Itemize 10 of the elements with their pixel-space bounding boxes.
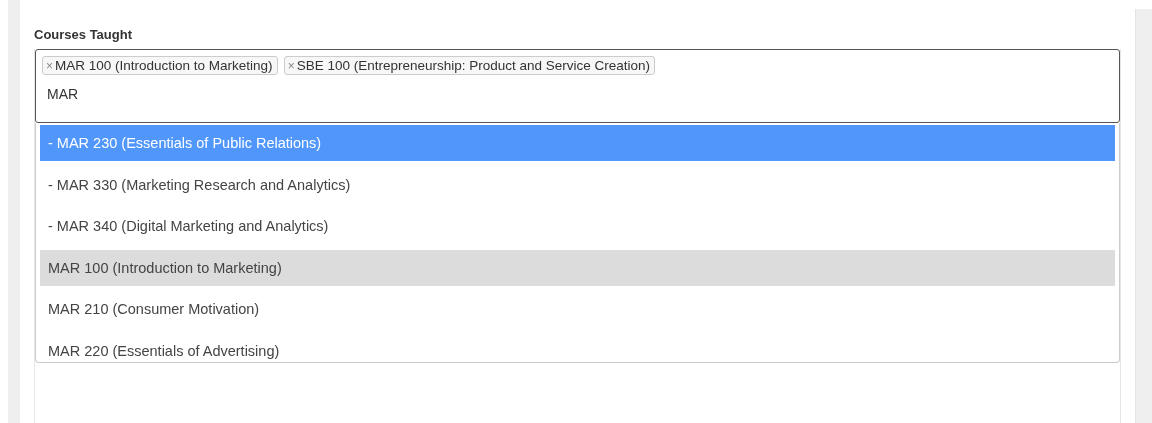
dropdown-option[interactable]: MAR 220 (Essentials of Advertising)	[40, 332, 1115, 361]
tag-text: SBE 100 (Entrepreneurship: Product and Service Creation)	[296, 58, 651, 73]
field-label: Courses Taught	[34, 26, 133, 44]
dropdown-option[interactable]: - MAR 340 (Digital Marketing and Analytics)	[40, 208, 1115, 244]
dropdown-option[interactable]: MAR 210 (Consumer Motivation)	[40, 291, 1115, 327]
dropdown-option[interactable]: MAR 100 (Introduction to Marketing)	[40, 249, 1115, 286]
multi-select-field[interactable]: ×MAR 100 (Introduction to Marketing) ×SBE 100 (Entrepreneurship: Product and Service Creation) MAR	[35, 49, 1120, 123]
dropdown-option[interactable]: - MAR 330 (Marketing Research and Analytics)	[40, 166, 1115, 203]
remove-icon[interactable]: ×	[287, 58, 295, 73]
tag-text: MAR 100 (Introduction to Marketing)	[55, 58, 273, 73]
